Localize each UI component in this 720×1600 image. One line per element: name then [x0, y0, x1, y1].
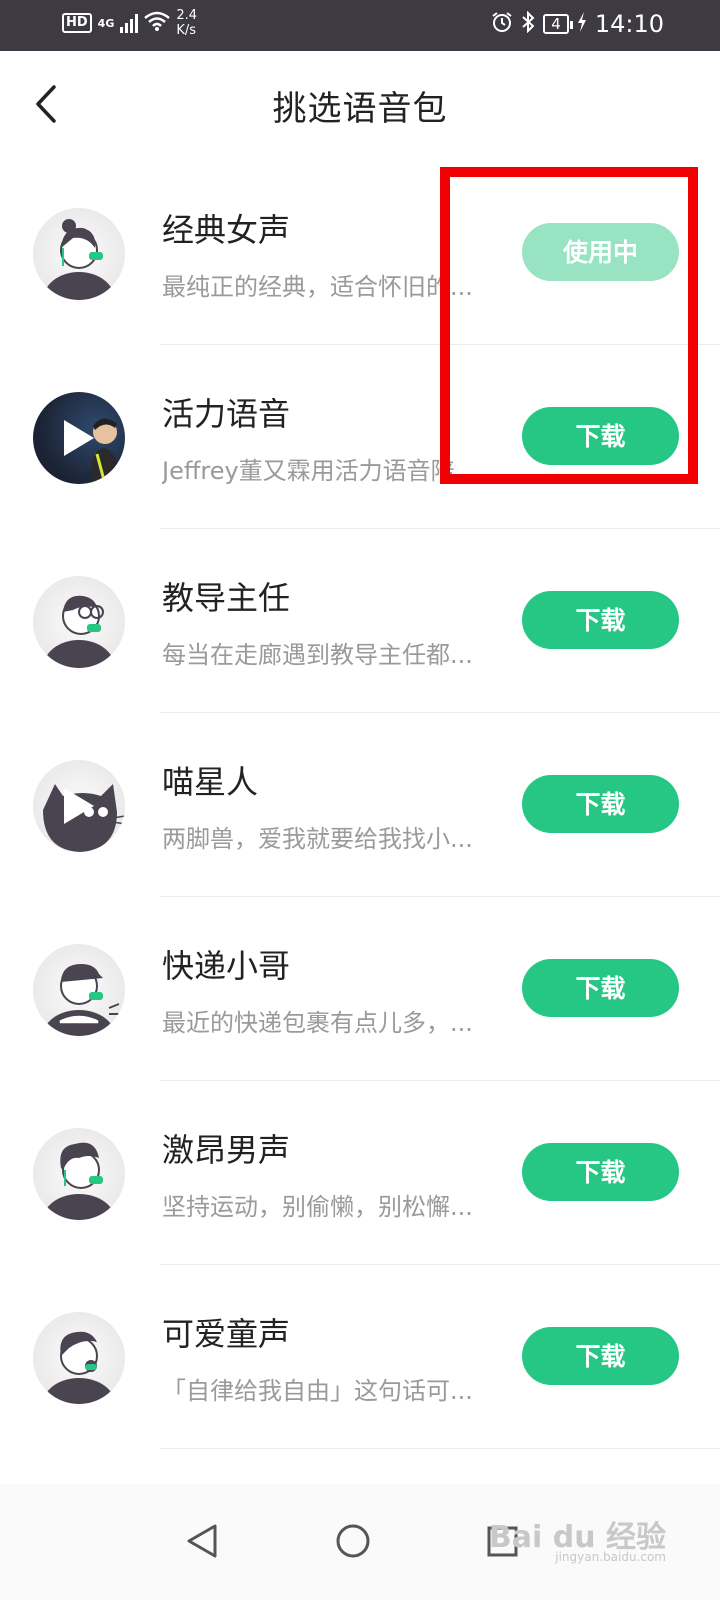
triangle-back-icon: [167, 1524, 237, 1580]
voice-pack-description: 每当在走廊遇到教导主任都...: [162, 641, 473, 669]
nav-back-button[interactable]: [167, 1506, 237, 1576]
list-item[interactable]: 快递小哥 最近的快递包裹有点儿多，... 下载: [0, 897, 720, 1081]
avatar-courier: [33, 944, 125, 1036]
list-item[interactable]: 喵星人 两脚兽，爱我就要给我找小... 下载: [0, 713, 720, 897]
bluetooth-icon: [521, 10, 535, 38]
voice-pack-description: 坚持运动，别偷懒，别松懈...: [162, 1193, 473, 1221]
hd-badge: HD: [62, 13, 92, 33]
alarm-icon: [491, 11, 513, 38]
voice-pack-description: 两脚兽，爱我就要给我找小...: [162, 825, 473, 853]
avatar-dean: [33, 576, 125, 668]
charging-icon: [577, 11, 587, 37]
page-title: 挑选语音包: [272, 89, 448, 129]
network-speed: 2.4 K/s: [176, 8, 197, 38]
voice-pack-title: 教导主任: [162, 579, 291, 617]
play-icon: [64, 788, 94, 824]
circle-home-icon: [318, 1524, 388, 1580]
voice-pack-title: 喵星人: [162, 763, 259, 801]
voice-pack-description: 最近的快递包裹有点儿多，...: [162, 1009, 473, 1037]
download-button[interactable]: 下载: [522, 407, 679, 465]
list-item[interactable]: 可爱童声 「自律给我自由」这句话可... 下载: [0, 1265, 720, 1449]
header: 挑选语音包: [0, 51, 720, 161]
battery-icon: 4: [543, 14, 573, 34]
network-type: 4G: [97, 16, 115, 30]
list-item[interactable]: 经典女声 最纯正的经典，适合怀旧的... 使用中: [0, 161, 720, 345]
clock: 14:10: [594, 10, 664, 38]
divider: [160, 1448, 720, 1449]
square-recents-icon: [467, 1526, 537, 1580]
list-item[interactable]: 教导主任 每当在走廊遇到教导主任都... 下载: [0, 529, 720, 713]
speed-unit: K/s: [176, 23, 197, 38]
voice-pack-title: 快递小哥: [162, 947, 291, 985]
wifi-icon: [144, 11, 171, 36]
in-use-button[interactable]: 使用中: [522, 223, 679, 281]
avatar-cute-child: [33, 1312, 125, 1404]
nav-home-button[interactable]: [318, 1506, 388, 1576]
download-button[interactable]: 下载: [522, 1143, 679, 1201]
list-item[interactable]: 活力语音 Jeffrey董又霖用活力语音陪... 下载: [0, 345, 720, 529]
avatar-energetic-voice: [33, 392, 125, 484]
play-icon: [64, 420, 94, 456]
list-item[interactable]: 激昂男声 坚持运动，别偷懒，别松懈... 下载: [0, 1081, 720, 1265]
download-button[interactable]: 下载: [522, 959, 679, 1017]
watermark-url: jingyan.baidu.com: [555, 1550, 666, 1564]
voice-pack-title: 活力语音: [162, 395, 291, 433]
voice-pack-description: 最纯正的经典，适合怀旧的...: [162, 273, 473, 301]
voice-pack-title: 激昂男声: [162, 1131, 291, 1169]
status-bar: HD 4G 2.4 K/s 4 14:10: [0, 0, 720, 51]
avatar-classic-female: [33, 208, 125, 300]
avatar-passionate-male: [33, 1128, 125, 1220]
voice-pack-title: 可爱童声: [162, 1315, 291, 1353]
voice-pack-description: 「自律给我自由」这句话可...: [162, 1377, 473, 1405]
voice-pack-title: 经典女声: [162, 211, 291, 249]
navigation-bar: Bai du 经验 jingyan.baidu.com: [0, 1484, 720, 1600]
speed-value: 2.4: [176, 8, 198, 23]
signal-icon: [120, 13, 139, 33]
download-button[interactable]: 下载: [522, 1327, 679, 1385]
avatar-cat: [33, 760, 125, 852]
download-button[interactable]: 下载: [522, 775, 679, 833]
download-button[interactable]: 下载: [522, 591, 679, 649]
voice-pack-description: Jeffrey董又霖用活力语音陪...: [162, 457, 478, 485]
